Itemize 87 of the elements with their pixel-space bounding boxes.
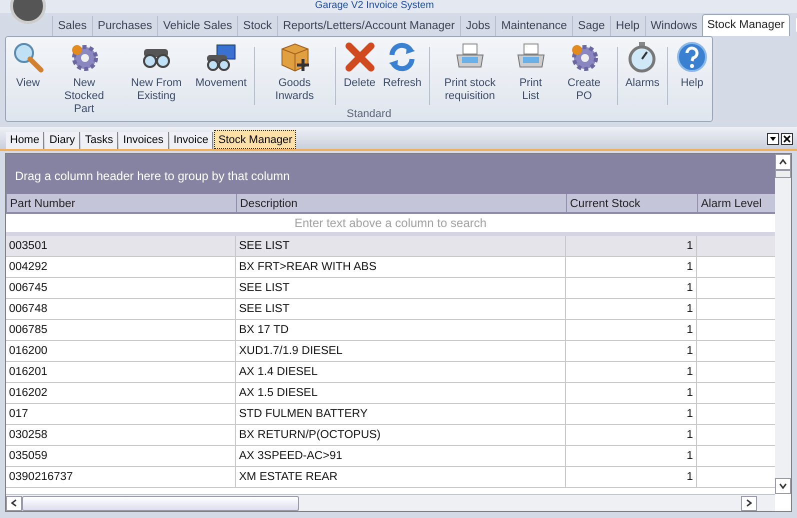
table-cell: 1 <box>566 467 697 487</box>
ribbon-button[interactable]: Movement <box>192 41 250 90</box>
magnifier-icon <box>12 41 44 73</box>
scroll-left-icon[interactable] <box>6 496 22 510</box>
table-cell: 0390216737 <box>6 467 236 487</box>
ribbon-button[interactable]: Print stock requisition <box>434 41 506 103</box>
document-tab[interactable]: Tasks <box>81 132 118 149</box>
table-cell: 003501 <box>6 236 236 256</box>
table-row[interactable]: 006785 BX 17 TD 1 <box>6 320 775 341</box>
table-row[interactable]: 016200 XUD1.7/1.9 DIESEL 1 <box>6 341 775 362</box>
table-cell: BX FRT>REAR WITH ABS <box>236 257 566 277</box>
table-cell: 1 <box>566 257 697 277</box>
table-cell: 006748 <box>6 299 236 319</box>
scroll-thumb[interactable] <box>22 496 299 510</box>
document-tab[interactable]: Invoice <box>170 132 214 149</box>
ribbon-button[interactable]: New Stocked Part <box>48 41 120 116</box>
stopwatch-icon <box>626 41 658 73</box>
ribbon-button[interactable]: Delete <box>340 41 380 90</box>
table-row[interactable]: 017 STD FULMEN BATTERY 1 <box>6 404 775 425</box>
ribbon-button[interactable]: Goods Inwards <box>258 41 331 103</box>
table-cell: 017 <box>6 404 236 424</box>
ribbon-button[interactable]: Help <box>672 41 712 90</box>
table-cell: 1 <box>566 299 697 319</box>
table-cell: SEE LIST <box>236 236 566 256</box>
table-cell: 1 <box>566 446 697 466</box>
scroll-thumb[interactable] <box>775 170 791 178</box>
table-cell: AX 1.4 DIESEL <box>236 362 566 382</box>
table-cell: 1 <box>566 341 697 361</box>
table-row[interactable]: 004292 BX FRT>REAR WITH ABS 1 <box>6 257 775 278</box>
ribbon-button[interactable]: Print List <box>506 41 556 103</box>
table-row[interactable]: 016202 AX 1.5 DIESEL 1 <box>6 383 775 404</box>
horizontal-scrollbar[interactable] <box>6 494 775 511</box>
table-row[interactable]: 0390216737 XM ESTATE REAR 1 <box>6 467 775 488</box>
table-row[interactable]: 006745 SEE LIST 1 <box>6 278 775 299</box>
table-cell: XM ESTATE REAR <box>236 467 566 487</box>
document-tab[interactable]: Diary <box>45 132 80 149</box>
table-cell: AX 1.5 DIESEL <box>236 383 566 403</box>
group-by-panel: Drag a column header here to group by that column <box>6 154 775 194</box>
scroll-down-icon[interactable] <box>775 478 791 494</box>
ribbon-button[interactable]: Alarms <box>622 41 664 90</box>
table-cell: 006785 <box>6 320 236 340</box>
document-tab[interactable]: Home <box>6 132 44 149</box>
ribbon-button[interactable]: View <box>8 41 48 90</box>
scroll-up-icon[interactable] <box>775 154 791 170</box>
table-row[interactable]: 006748 SEE LIST 1 <box>6 299 775 320</box>
table-cell: 030258 <box>6 425 236 445</box>
table-cell: 016202 <box>6 383 236 403</box>
table-cell: BX RETURN/P(OCTOPUS) <box>236 425 566 445</box>
table-cell: 1 <box>566 404 697 424</box>
close-icon[interactable] <box>781 133 793 145</box>
table-cell: BX 17 TD <box>236 320 566 340</box>
ribbon-button[interactable]: Create PO <box>555 41 613 103</box>
table-cell: 1 <box>566 236 697 256</box>
box-plus-icon <box>278 41 311 73</box>
table-cell: 016201 <box>6 362 236 382</box>
ribbon-button[interactable]: New From Existing <box>120 41 192 103</box>
table-cell: SEE LIST <box>236 278 566 298</box>
table-cell: 006745 <box>6 278 236 298</box>
table-row[interactable]: 016201 AX 1.4 DIESEL 1 <box>6 362 775 383</box>
window-title: Garage V2 Invoice System <box>315 0 434 12</box>
table-cell: SEE LIST <box>236 299 566 319</box>
table-cell: STD FULMEN BATTERY <box>236 404 566 424</box>
column-header[interactable]: Description <box>236 194 566 212</box>
table-cell: 004292 <box>6 257 236 277</box>
ribbon-group-label: Standard <box>346 107 392 121</box>
table-cell: 1 <box>566 425 697 445</box>
table-cell: XUD1.7/1.9 DIESEL <box>236 341 566 361</box>
column-header[interactable]: Current Stock <box>566 194 697 212</box>
document-tab[interactable]: Stock Manager <box>214 130 296 149</box>
table-row[interactable]: 003501 SEE LIST 1 <box>6 236 775 257</box>
column-header[interactable]: Part Number <box>6 194 236 212</box>
vertical-scrollbar[interactable] <box>775 154 791 494</box>
ribbon-button[interactable]: Refresh <box>380 41 425 90</box>
table-cell: 1 <box>566 383 697 403</box>
table-cell: 1 <box>566 362 697 382</box>
table-cell: 1 <box>566 320 697 340</box>
dropdown-icon[interactable] <box>767 133 779 145</box>
table-row[interactable]: 030258 BX RETURN/P(OCTOPUS) 1 <box>6 425 775 446</box>
table-row[interactable]: 035059 AX 3SPEED-AC>91 1 <box>6 446 775 467</box>
table-cell: AX 3SPEED-AC>91 <box>236 446 566 466</box>
scroll-right-icon[interactable] <box>741 496 757 510</box>
table-cell: 1 <box>566 278 697 298</box>
table-cell: 035059 <box>6 446 236 466</box>
menu-tab[interactable]: Stock Manager <box>702 14 790 36</box>
document-tab[interactable]: Invoices <box>119 132 168 149</box>
table-cell: 016200 <box>6 341 236 361</box>
cross-icon <box>344 41 376 73</box>
